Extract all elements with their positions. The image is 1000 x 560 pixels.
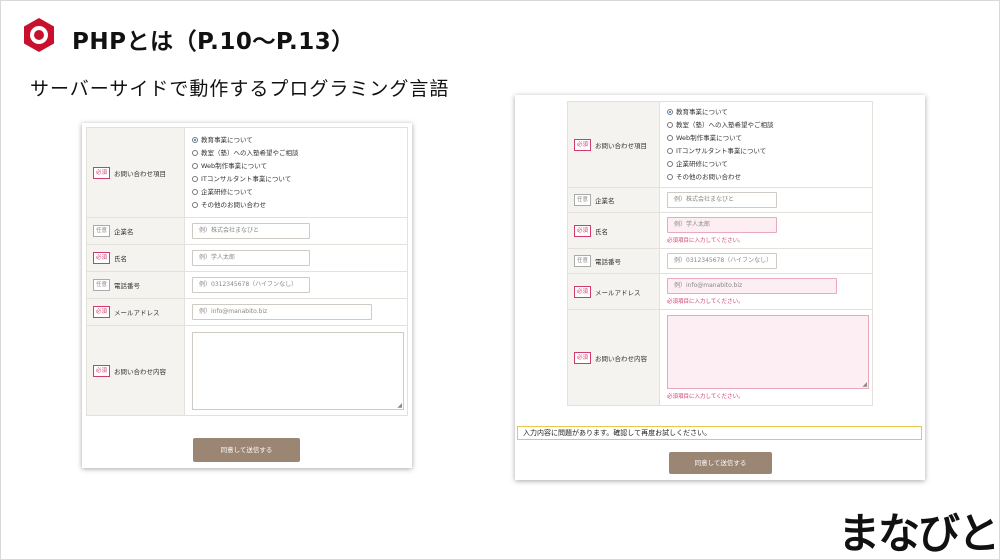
- contact-form-initial: 必須 お問い合わせ項目 教育事業について 教室（塾）への入塾希望やご相談 Web制…: [82, 123, 412, 468]
- radio-icon[interactable]: [192, 201, 198, 208]
- radio-option[interactable]: その他のお問い合わせ: [192, 199, 407, 212]
- radio-option[interactable]: 企業研修について: [192, 186, 407, 199]
- hexagon-logo-icon: [24, 18, 54, 52]
- optional-badge: 任意: [574, 255, 592, 267]
- form-row-inquiry: 必須 お問い合わせ項目 教育事業について 教室（塾）への入塾希望やご相談 Web制…: [567, 101, 873, 188]
- radio-option[interactable]: Web制作事業について: [192, 160, 407, 173]
- field-cell: 例）0312345678（ハイフンなし）: [184, 271, 408, 299]
- field-label: 必須 お問い合わせ内容: [567, 309, 660, 406]
- form-table: 必須 お問い合わせ項目 教育事業について 教室（塾）への入塾希望やご相談 Web制…: [86, 127, 408, 416]
- form-table: 必須 お問い合わせ項目 教育事業について 教室（塾）への入塾希望やご相談 Web制…: [567, 101, 873, 406]
- radio-checked-icon[interactable]: [192, 136, 198, 143]
- radio-icon[interactable]: [667, 160, 673, 167]
- field-label: 必須 お問い合わせ項目: [86, 127, 185, 218]
- form-row-name: 必須 氏名 例）学人太郎: [86, 244, 408, 272]
- field-label: 必須 メールアドレス: [567, 273, 660, 310]
- field-label: 任意 電話番号: [86, 271, 185, 299]
- radio-option[interactable]: ITコンサルタント事業について: [192, 173, 407, 186]
- field-cell: 例）学人太郎: [184, 244, 408, 272]
- field-label: 任意 企業名: [86, 217, 185, 245]
- submit-button[interactable]: 同意して送信する: [193, 438, 300, 462]
- form-row-email: 必須 メールアドレス 例）info@manabito.biz: [86, 298, 408, 326]
- slide-title: PHPとは（P.10〜P.13）: [72, 29, 355, 55]
- required-badge: 必須: [93, 364, 111, 377]
- field-label: 必須 氏名: [567, 212, 660, 249]
- contact-form-with-errors: 必須 お問い合わせ項目 教育事業について 教室（塾）への入塾希望やご相談 Web制…: [515, 95, 925, 480]
- required-badge: 必須: [574, 138, 592, 151]
- radio-option[interactable]: 教室（塾）への入塾希望やご相談: [667, 119, 872, 132]
- inquiry-radio-group: 教育事業について 教室（塾）への入塾希望やご相談 Web制作事業について ITコ…: [184, 127, 408, 218]
- resize-handle-icon[interactable]: ◢: [862, 382, 867, 388]
- phone-input[interactable]: 例）0312345678（ハイフンなし）: [192, 277, 310, 293]
- email-input[interactable]: 例）info@manabito.biz: [192, 304, 372, 320]
- form-row-message: 必須 お問い合わせ内容 ◢: [86, 325, 408, 416]
- radio-icon[interactable]: [667, 121, 673, 128]
- field-cell: ◢ 必須項目に入力してください。: [659, 309, 873, 406]
- email-error-message: 必須項目に入力してください。: [667, 299, 744, 305]
- field-cell: 例）0312345678（ハイフンなし）: [659, 248, 873, 274]
- name-error-message: 必須項目に入力してください。: [667, 238, 744, 244]
- error-alert-banner: 入力内容に問題があります。確認して再度お試しください。: [517, 426, 922, 440]
- message-textarea[interactable]: ◢: [667, 315, 869, 389]
- field-cell: 例）株式会社まなびと: [659, 187, 873, 213]
- required-badge: 必須: [93, 252, 111, 264]
- radio-icon[interactable]: [667, 173, 673, 180]
- slide-subtitle: サーバーサイドで動作するプログラミング言語: [30, 78, 450, 100]
- field-label: 必須 氏名: [86, 244, 185, 272]
- field-label: 任意 企業名: [567, 187, 660, 213]
- radio-option[interactable]: ITコンサルタント事業について: [667, 145, 872, 158]
- form-row-company: 任意 企業名 例）株式会社まなびと: [86, 217, 408, 245]
- required-badge: 必須: [574, 351, 592, 364]
- name-input[interactable]: 例）学人太郎: [667, 217, 777, 233]
- radio-option[interactable]: 教育事業について: [667, 106, 872, 119]
- required-badge: 必須: [574, 224, 592, 237]
- field-cell: ◢: [184, 325, 408, 416]
- form-row-phone: 任意 電話番号 例）0312345678（ハイフンなし）: [567, 248, 873, 274]
- resize-handle-icon[interactable]: ◢: [397, 402, 402, 409]
- form-row-company: 任意 企業名 例）株式会社まなびと: [567, 187, 873, 213]
- email-input[interactable]: 例）info@manabito.biz: [667, 278, 837, 294]
- brand-logo: まなびと: [838, 509, 1000, 558]
- radio-checked-icon[interactable]: [667, 108, 673, 115]
- form-row-inquiry: 必須 お問い合わせ項目 教育事業について 教室（塾）への入塾希望やご相談 Web制…: [86, 127, 408, 218]
- radio-option[interactable]: 教育事業について: [192, 134, 407, 147]
- radio-icon[interactable]: [192, 149, 198, 156]
- field-cell: 例）株式会社まなびと: [184, 217, 408, 245]
- field-cell: 例）学人太郎 必須項目に入力してください。: [659, 212, 873, 249]
- field-cell: 例）info@manabito.biz 必須項目に入力してください。: [659, 273, 873, 310]
- submit-button[interactable]: 同意して送信する: [669, 452, 772, 474]
- required-badge: 必須: [93, 166, 111, 179]
- radio-option[interactable]: Web制作事業について: [667, 132, 872, 145]
- radio-option[interactable]: 教室（塾）への入塾希望やご相談: [192, 147, 407, 160]
- radio-option[interactable]: その他のお問い合わせ: [667, 171, 872, 184]
- radio-icon[interactable]: [667, 147, 673, 154]
- radio-icon[interactable]: [192, 188, 198, 195]
- field-label: 必須 お問い合わせ項目: [567, 101, 660, 188]
- radio-option[interactable]: 企業研修について: [667, 158, 872, 171]
- message-error-message: 必須項目に入力してください。: [667, 394, 744, 400]
- optional-badge: 任意: [574, 194, 592, 206]
- optional-badge: 任意: [93, 225, 111, 237]
- radio-icon[interactable]: [192, 175, 198, 182]
- company-input[interactable]: 例）株式会社まなびと: [667, 192, 777, 208]
- form-row-email: 必須 メールアドレス 例）info@manabito.biz 必須項目に入力してく…: [567, 273, 873, 310]
- company-input[interactable]: 例）株式会社まなびと: [192, 223, 310, 239]
- field-label: 任意 電話番号: [567, 248, 660, 274]
- name-input[interactable]: 例）学人太郎: [192, 250, 310, 266]
- field-label: 必須 メールアドレス: [86, 298, 185, 326]
- inquiry-label: お問い合わせ項目: [114, 169, 167, 178]
- optional-badge: 任意: [93, 279, 111, 291]
- form-row-phone: 任意 電話番号 例）0312345678（ハイフンなし）: [86, 271, 408, 299]
- phone-input[interactable]: 例）0312345678（ハイフンなし）: [667, 253, 777, 269]
- field-cell: 例）info@manabito.biz: [184, 298, 408, 326]
- radio-icon[interactable]: [192, 162, 198, 169]
- radio-icon[interactable]: [667, 134, 673, 141]
- form-row-message: 必須 お問い合わせ内容 ◢ 必須項目に入力してください。: [567, 309, 873, 406]
- field-label: 必須 お問い合わせ内容: [86, 325, 185, 416]
- required-badge: 必須: [93, 306, 111, 318]
- inquiry-radio-group: 教育事業について 教室（塾）への入塾希望やご相談 Web制作事業について ITコ…: [659, 101, 873, 188]
- message-textarea[interactable]: ◢: [192, 331, 404, 410]
- required-badge: 必須: [574, 285, 592, 298]
- form-row-name: 必須 氏名 例）学人太郎 必須項目に入力してください。: [567, 212, 873, 249]
